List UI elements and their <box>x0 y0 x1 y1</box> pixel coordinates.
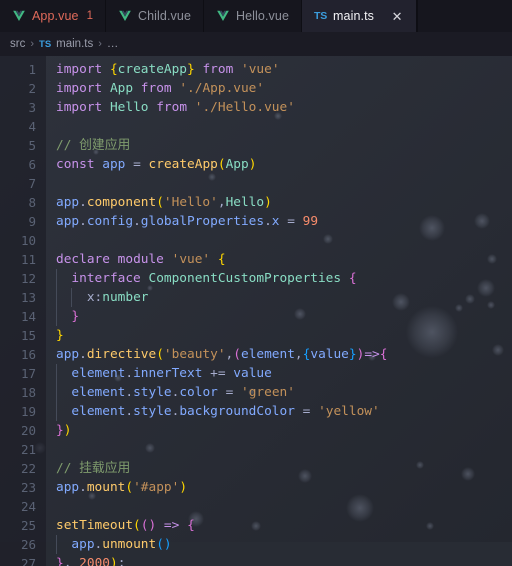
code-line[interactable]: } <box>56 307 512 326</box>
code-line[interactable]: element.style.backgroundColor = 'yellow' <box>56 402 512 421</box>
code-line[interactable]: app.component('Hello',Hello) <box>56 193 512 212</box>
code-line[interactable]: interface ComponentCustomProperties { <box>56 269 512 288</box>
breadcrumb-item-src[interactable]: src <box>10 38 25 50</box>
tab-label: Hello.vue <box>236 9 290 23</box>
code-line[interactable]: app.unmount() <box>56 535 512 554</box>
code-line[interactable]: element.innerText += value <box>56 364 512 383</box>
line-number: 24 <box>20 499 36 514</box>
code-text[interactable]: import {createApp} from 'vue' import App… <box>46 56 512 566</box>
code-line[interactable]: }, 2000); <box>56 554 512 566</box>
tab-label: main.ts <box>333 9 375 23</box>
code-line[interactable]: declare module 'vue' { <box>56 250 512 269</box>
line-number: 18 <box>20 385 36 400</box>
breadcrumb: src › TS main.ts › … <box>0 32 512 56</box>
line-number: 16 <box>20 347 36 362</box>
line-number: 7 <box>28 176 36 191</box>
code-line[interactable] <box>56 440 512 459</box>
code-editor[interactable]: 1 2 3 4 5 6 7 8 9 10 11 12 13 14 15 16 1… <box>0 56 512 566</box>
line-number: 17 <box>20 366 36 381</box>
chevron-right-icon: › <box>30 38 35 50</box>
line-number: 10 <box>20 233 36 248</box>
typescript-icon: TS <box>39 38 52 50</box>
line-number: 5 <box>28 138 36 153</box>
line-number: 22 <box>20 461 36 476</box>
tab-label: Child.vue <box>137 9 191 23</box>
vue-icon <box>217 10 229 21</box>
code-line[interactable]: import App from './App.vue' <box>56 79 512 98</box>
vue-icon <box>13 10 25 21</box>
vue-icon <box>119 10 131 21</box>
close-icon[interactable]: ✕ <box>390 9 404 23</box>
code-line[interactable]: app.directive('beauty',(element,{value})… <box>56 345 512 364</box>
code-line[interactable]: import Hello from './Hello.vue' <box>56 98 512 117</box>
line-number: 11 <box>20 252 36 267</box>
editor-tab-bar: App.vue 1 Child.vue Hello.vue TS main.ts… <box>0 0 512 32</box>
code-line[interactable]: const app = createApp(App) <box>56 155 512 174</box>
line-number: 3 <box>28 100 36 115</box>
line-number: 2 <box>28 81 36 96</box>
breadcrumb-item-more[interactable]: … <box>107 38 119 50</box>
line-number: 4 <box>28 119 36 134</box>
code-line[interactable] <box>56 174 512 193</box>
line-number: 20 <box>20 423 36 438</box>
line-number: 14 <box>20 309 36 324</box>
line-number: 26 <box>20 537 36 552</box>
code-line[interactable]: import {createApp} from 'vue' <box>56 60 512 79</box>
code-line[interactable]: }) <box>56 421 512 440</box>
tab-hello-vue[interactable]: Hello.vue <box>204 0 303 32</box>
code-line[interactable]: app.config.globalProperties.x = 99 <box>56 212 512 231</box>
line-number: 6 <box>28 157 36 172</box>
line-number-gutter: 1 2 3 4 5 6 7 8 9 10 11 12 13 14 15 16 1… <box>0 56 46 566</box>
code-line[interactable] <box>56 117 512 136</box>
line-number: 15 <box>20 328 36 343</box>
vscode-window: App.vue 1 Child.vue Hello.vue TS main.ts… <box>0 0 512 566</box>
line-number: 27 <box>20 556 36 566</box>
line-number: 21 <box>20 442 36 457</box>
line-number: 23 <box>20 480 36 495</box>
line-number: 19 <box>20 404 36 419</box>
typescript-icon: TS <box>314 10 328 22</box>
code-line[interactable] <box>56 231 512 250</box>
code-line[interactable]: app.mount('#app') <box>56 478 512 497</box>
tab-main-ts[interactable]: TS main.ts ✕ <box>302 0 418 32</box>
line-number: 13 <box>20 290 36 305</box>
code-line[interactable]: element.style.color = 'green' <box>56 383 512 402</box>
line-number: 9 <box>28 214 36 229</box>
tab-label: App.vue <box>32 9 79 23</box>
line-number: 12 <box>20 271 36 286</box>
code-line[interactable]: setTimeout(() => { <box>56 516 512 535</box>
tab-bar-filler <box>417 0 512 32</box>
tab-app-vue[interactable]: App.vue 1 <box>0 0 106 32</box>
tab-child-vue[interactable]: Child.vue <box>105 0 204 32</box>
code-area[interactable]: 1 2 3 4 5 6 7 8 9 10 11 12 13 14 15 16 1… <box>0 56 512 566</box>
line-number: 1 <box>28 62 36 77</box>
code-line[interactable]: // 创建应用 <box>56 136 512 155</box>
code-line[interactable]: // 挂载应用 <box>56 459 512 478</box>
line-number: 8 <box>28 195 36 210</box>
tab-error-badge: 1 <box>86 10 93 22</box>
line-number: 25 <box>20 518 36 533</box>
code-line[interactable]: } <box>56 326 512 345</box>
chevron-right-icon: › <box>98 38 102 50</box>
code-line[interactable] <box>56 497 512 516</box>
code-line[interactable]: x:number <box>56 288 512 307</box>
breadcrumb-item-file[interactable]: main.ts <box>56 38 93 50</box>
